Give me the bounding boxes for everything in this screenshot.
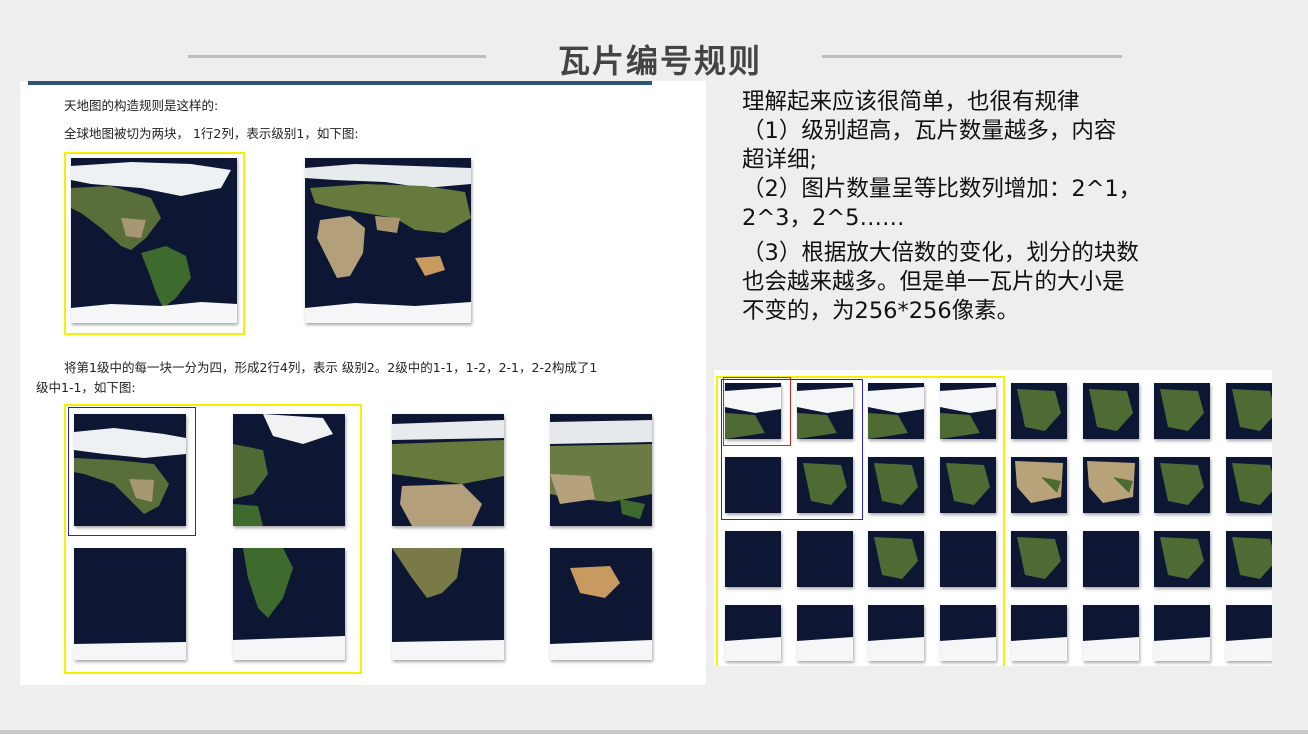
level2-tile-r1c2 [233, 414, 345, 526]
doc-line-level2b: 级中1-1，如下图: [36, 380, 136, 395]
level3-tile [1011, 457, 1067, 513]
map-tile-image [392, 414, 504, 526]
map-tile-image [1011, 383, 1067, 439]
level1-tile-west [71, 158, 237, 323]
explanation-heading: 理解起来应该很简单，也很有规律 [742, 89, 1080, 115]
document-accent-bar [28, 81, 652, 85]
level2-tile-r2c1 [74, 548, 186, 660]
map-tile-image [1082, 457, 1139, 513]
map-tile-image [1082, 383, 1139, 439]
level3-tile [1154, 531, 1210, 587]
level3-tile [1225, 457, 1272, 513]
map-tile-image [1225, 605, 1272, 661]
map-tile-eurasia-africa-image [305, 158, 471, 323]
title-rule-left [188, 55, 486, 58]
level3-tile [1082, 457, 1139, 513]
level3-tile [1011, 383, 1067, 439]
level3-tile [1082, 531, 1139, 587]
level3-tile [1154, 383, 1210, 439]
map-tile-image [1154, 457, 1210, 513]
map-tile-image [74, 548, 186, 660]
doc-line-intro: 天地图的构造规则是这样的: [64, 98, 219, 113]
level3-tile [1225, 383, 1272, 439]
map-tile-image [1154, 605, 1210, 661]
level1-tile-east [305, 158, 471, 323]
explanation-point1b: 超详细; [742, 147, 818, 173]
map-tile-image [1011, 531, 1067, 587]
level3-tile [1225, 605, 1272, 661]
map-tile-image [1011, 605, 1067, 661]
doc-line-level1: 全球地图被切为两块， 1行2列，表示级别1，如下图: [64, 126, 359, 141]
explanation-point2b: 2^3，2^5…… [742, 205, 905, 231]
title-rule-right [822, 55, 1122, 58]
map-tile-image [233, 414, 345, 526]
level2-tile-r2c4 [550, 548, 652, 660]
map-tile-image [1154, 531, 1210, 587]
explanation-point2a: （2）图片数量呈等比数列增加：2^1， [742, 176, 1142, 202]
map-tile-americas-image [71, 158, 237, 323]
map-tile-image [550, 414, 652, 526]
map-tile-image [1154, 383, 1210, 439]
map-tile-image [74, 414, 186, 526]
level3-tile-grid [714, 370, 1272, 666]
map-tile-image [233, 548, 345, 660]
explanation-point3a: （3）根据放大倍数的变化，划分的块数 [742, 240, 1139, 266]
level3-tile [1011, 605, 1067, 661]
map-tile-image [1225, 457, 1272, 513]
level2-tile-r2c2 [233, 548, 345, 660]
level3-highlight-red [723, 377, 791, 446]
map-tile-image [1011, 457, 1067, 513]
map-tile-image [1082, 531, 1139, 587]
level3-tile [1082, 605, 1139, 661]
level3-tile [1225, 531, 1272, 587]
level2-tile-r2c3 [392, 548, 504, 660]
slide-bottom-rule [0, 730, 1308, 734]
level2-tile-r1c3 [392, 414, 504, 526]
map-tile-image [1225, 531, 1272, 587]
doc-line-level2a: 将第1级中的每一块一分为四，形成2行4列，表示 级别2。2级中的1-1，1-2，… [64, 360, 598, 375]
map-tile-image [1082, 605, 1139, 661]
explanation-text: 理解起来应该很简单，也很有规律 （1）级别超高，瓦片数量越多，内容 超详细; （… [742, 88, 1202, 326]
explanation-point3b: 也会越来越多。但是单一瓦片的大小是 [742, 269, 1125, 295]
map-tile-image [1225, 383, 1272, 439]
explanation-point3c: 不变的，为256*256像素。 [742, 298, 1020, 324]
map-tile-image [392, 548, 504, 660]
level3-tile [1154, 457, 1210, 513]
level3-tile [1082, 383, 1139, 439]
level2-tile-r1c1 [74, 414, 186, 526]
level3-tile [1154, 605, 1210, 661]
level3-tile [1011, 531, 1067, 587]
level2-tile-r1c4 [550, 414, 652, 526]
map-tile-image [550, 548, 652, 660]
slide-title: 瓦片编号规则 [557, 42, 762, 80]
explanation-point1a: （1）级别超高，瓦片数量越多，内容 [742, 118, 1117, 144]
